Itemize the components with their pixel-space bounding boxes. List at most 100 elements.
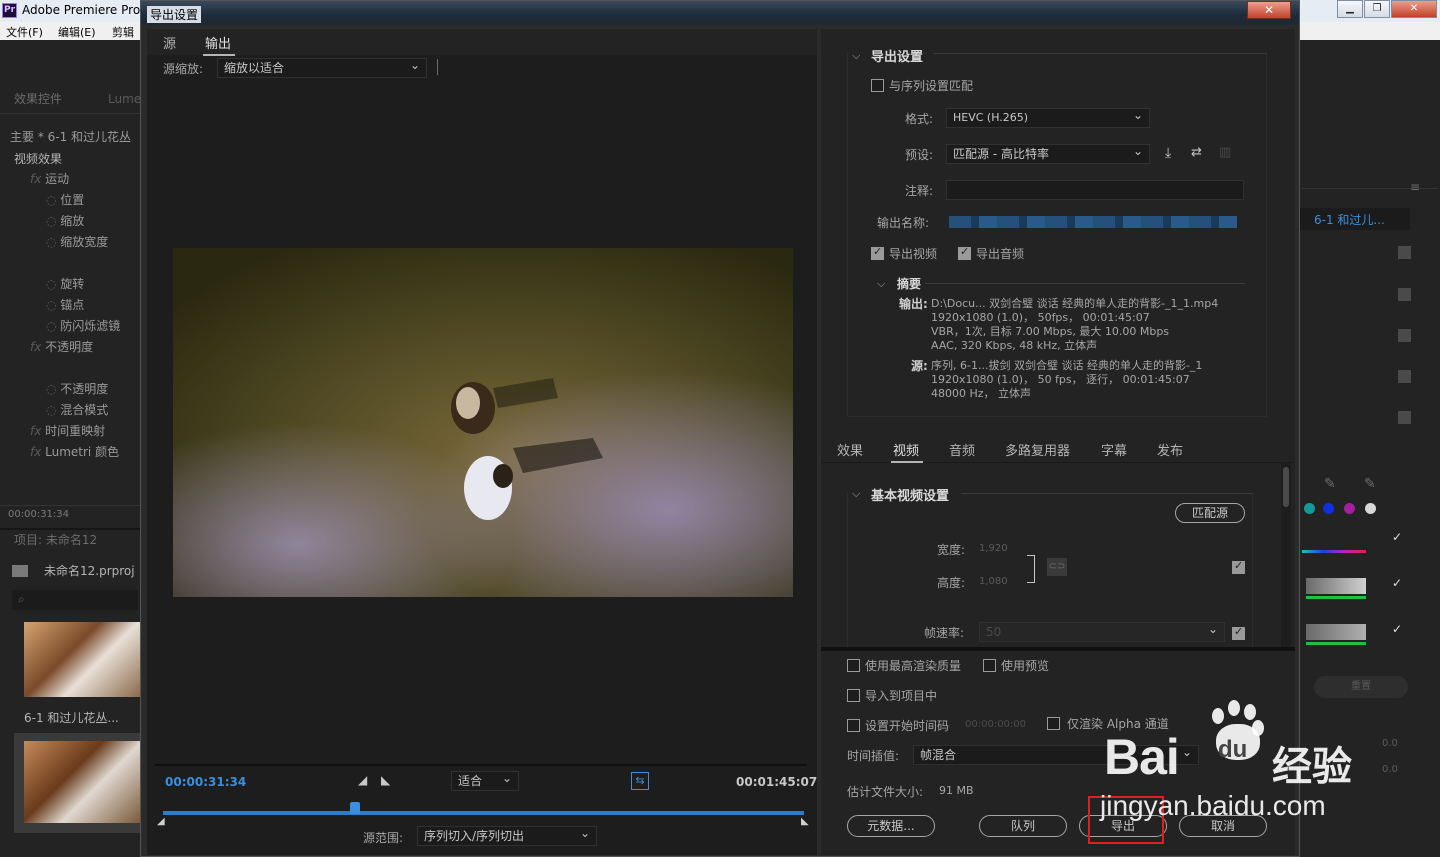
checkbox-2[interactable] [1398,288,1411,301]
reset-button[interactable]: 重置 [1314,676,1408,698]
format-dropdown[interactable]: HEVC (H.265) [946,106,1150,128]
in-point-icon[interactable]: ◢ [157,816,165,827]
checkbox-4[interactable] [1398,370,1411,383]
summary-source-line-1: 序列, 6-1...拔剑 双剑合璧 谈话 经典的单人走的背影-_1 [931,359,1203,372]
summary-chevron-icon[interactable]: ⌵ [877,277,885,291]
source-scale-label: 源缩放: [163,62,204,76]
mark-out-icon[interactable]: ◣ [381,773,390,787]
aspect-toggle-icon[interactable]: ⇆ [631,772,649,790]
effect-controls-panel: 效果控件 Lume 主要 * 6-1 和过儿花丛 视频效果 00:00:31:3… [0,40,140,857]
stopwatch-icon[interactable]: ◌ [46,235,60,249]
stopwatch-icon[interactable]: ◌ [46,382,60,396]
scrollbar[interactable] [1281,463,1291,647]
slider-track-2[interactable] [1306,624,1366,640]
stopwatch-icon[interactable]: ◌ [46,403,60,417]
clip-thumbnail-1[interactable] [24,622,140,697]
mark-in-icon[interactable]: ◢ [358,773,367,787]
stopwatch-icon[interactable]: ◌ [46,319,60,333]
fx-icon[interactable]: fx [30,424,45,438]
tab-multiplexer[interactable]: 多路复用器 [1005,440,1070,459]
link-icon[interactable]: ⊂⊃ [1047,558,1067,576]
import-project-checkbox[interactable] [847,689,860,702]
export-video-checkbox[interactable] [871,245,884,260]
color-swatch-teal[interactable] [1304,503,1315,514]
delete-preset-icon[interactable]: ▥ [1219,145,1231,160]
preset-dropdown[interactable]: 匹配源 - 高比特率 [946,142,1150,164]
stopwatch-icon[interactable]: ◌ [46,298,60,312]
max-render-checkbox[interactable] [847,659,860,672]
eyedropper-icon[interactable]: ✎ [1324,476,1336,492]
stopwatch-icon[interactable]: ◌ [46,193,60,207]
video-effects-heading: 视频效果 [14,152,63,166]
fx-icon[interactable]: fx [30,340,45,354]
comment-input[interactable] [946,180,1244,200]
summary-output-line-4: AAC, 320 Kbps, 48 kHz, 立体声 [931,339,1098,352]
interpolation-dropdown[interactable]: 帧混合 [913,743,1199,765]
dimension-match-checkbox[interactable] [1232,559,1245,574]
tab-publish[interactable]: 发布 [1157,440,1183,459]
file-size-label: 估计文件大小: [847,785,924,799]
checkbox-3[interactable] [1398,329,1411,342]
out-point-icon[interactable]: ◣ [801,816,809,827]
color-swatch-white[interactable] [1365,503,1376,514]
tab-project[interactable]: 项目: 未命名12 [14,530,144,550]
fps-match-checkbox[interactable] [1232,625,1245,640]
checkbox-5[interactable] [1398,411,1411,424]
close-icon[interactable]: ✕ [1391,0,1437,18]
clip-thumbnail-2-selected[interactable] [14,733,140,833]
match-source-button[interactable]: 匹配源 [1175,503,1245,523]
source-scale-dropdown[interactable]: 缩放以适合 [217,56,427,78]
fps-label: 帧速率: [924,626,965,640]
alpha-only-checkbox[interactable] [1047,717,1060,730]
maximize-icon[interactable]: ❐ [1364,0,1390,18]
checkbox-1[interactable] [1398,246,1411,259]
use-preview-checkbox[interactable] [983,659,996,672]
metadata-button[interactable]: 元数据... [847,815,935,837]
tab-audio[interactable]: 音频 [949,440,975,459]
source-range-dropdown[interactable]: 序列切入/序列切出 [417,824,597,846]
output-name-link[interactable] [949,216,1237,228]
panel-menu-icon[interactable]: ≡ [1410,180,1420,194]
value-1: 0.0 [1382,738,1398,749]
start-timecode-value[interactable]: 00:00:00:00 [965,719,1026,730]
fx-icon[interactable]: fx [30,445,45,459]
timeline-track[interactable] [163,811,804,815]
tab-source[interactable]: 源 [163,33,176,52]
effect-label: 不透明度 [45,340,94,354]
menu-edit[interactable]: 编辑(E) [58,24,96,40]
fit-dropdown[interactable]: 适合 [451,769,519,791]
summary-source-label: 源: [911,359,928,373]
stopwatch-icon[interactable]: ◌ [46,277,60,291]
dialog-close-button[interactable]: ✕ [1247,1,1291,19]
queue-button[interactable]: 队列 [979,815,1067,837]
start-timecode-checkbox[interactable] [847,719,860,732]
fx-icon[interactable]: fx [30,172,45,186]
match-sequence-checkbox[interactable] [871,79,884,92]
minimize-icon[interactable]: ▁ [1337,0,1363,18]
height-value[interactable]: 1,080 [979,576,1008,587]
hue-slider[interactable] [1302,550,1366,553]
effect-label: 防闪烁滤镜 [60,319,121,333]
tab-effects[interactable]: 效果 [837,440,863,459]
playhead[interactable] [350,802,361,814]
width-value[interactable]: 1,920 [979,543,1008,554]
import-preset-icon[interactable]: ⇄ [1191,145,1202,160]
menu-clip[interactable]: 剪辑 [112,24,134,40]
eyedropper-icon-2[interactable]: ✎ [1364,476,1376,492]
save-preset-icon[interactable]: ⤓ [1165,145,1171,161]
export-audio-checkbox[interactable] [958,245,971,260]
tab-video[interactable]: 视频 [890,440,924,463]
tab-captions[interactable]: 字幕 [1101,440,1127,459]
tab-lumetri[interactable]: Lume [108,89,140,109]
project-search-input[interactable]: ⌕ [12,590,138,610]
slider-track-1[interactable] [1306,578,1366,594]
color-swatch-blue[interactable] [1323,503,1334,514]
color-swatch-purple[interactable] [1344,503,1355,514]
cancel-button[interactable]: 取消 [1179,815,1267,837]
effect-label: 不透明度 [60,382,109,396]
current-timecode[interactable]: 00:00:31:34 [165,775,246,789]
menu-file[interactable]: 文件(F) [6,24,43,40]
tab-output[interactable]: 输出 [202,33,236,56]
stopwatch-icon[interactable]: ◌ [46,214,60,228]
fps-dropdown[interactable]: 50 [979,620,1225,642]
